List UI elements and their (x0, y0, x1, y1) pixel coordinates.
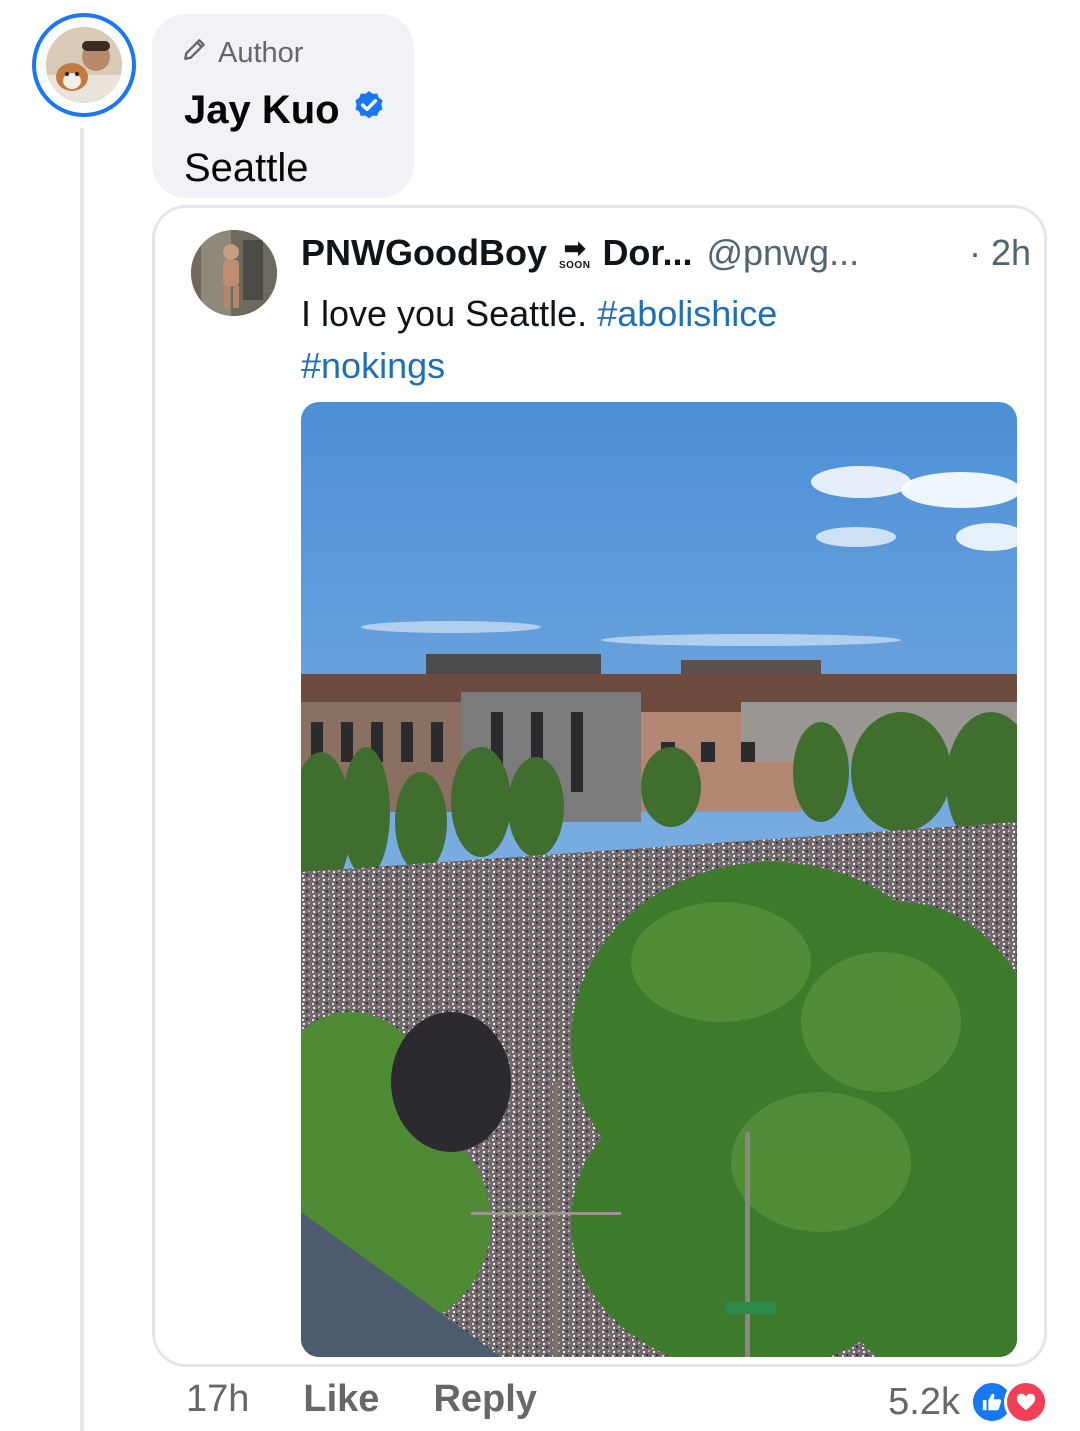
post-photo[interactable] (301, 402, 1017, 1357)
like-button[interactable]: Like (303, 1378, 379, 1421)
post-handle[interactable]: @pnwg... (706, 232, 859, 274)
comment-footer: 17h Like Reply (186, 1378, 591, 1421)
post-display-name[interactable]: PNWGoodBoy (301, 232, 547, 274)
post-author-avatar[interactable] (191, 230, 277, 316)
post-header: PNWGoodBoy ➡ SOON Dor... @pnwg... · 2h (301, 232, 1031, 274)
post-name-suffix[interactable]: Dor... (602, 232, 692, 274)
shared-post-card[interactable]: PNWGoodBoy ➡ SOON Dor... @pnwg... · 2h I… (152, 205, 1047, 1367)
post-text: I love you Seattle. #abolishice #nokings (301, 288, 901, 392)
verified-icon (352, 88, 386, 133)
hashtag-abolishice[interactable]: #abolishice (597, 293, 777, 334)
post-text-body: I love you Seattle. (301, 293, 588, 334)
soon-label: SOON (558, 260, 591, 271)
author-avatar[interactable] (46, 27, 122, 103)
comment-time[interactable]: 17h (186, 1378, 249, 1421)
reaction-summary[interactable]: 5.2k (888, 1380, 1048, 1424)
author-name[interactable]: Jay Kuo (184, 88, 340, 133)
reply-button[interactable]: Reply (433, 1378, 536, 1421)
comment-thread: Author Jay Kuo Seattle PNWGoodBoy ➡ SOON… (0, 0, 1080, 1431)
author-name-row: Jay Kuo (184, 88, 386, 133)
comment-text: Seattle (184, 146, 309, 190)
pencil-icon (182, 36, 208, 70)
author-avatar-ring[interactable] (32, 13, 136, 117)
love-reaction-icon (1004, 1380, 1048, 1424)
soon-arrow-icon: ➡ SOON (558, 233, 591, 271)
post-time: · 2h (968, 232, 1031, 273)
comment-bubble[interactable]: Author Jay Kuo Seattle (152, 14, 414, 198)
reaction-count: 5.2k (888, 1380, 960, 1423)
thread-line (80, 128, 84, 1431)
hashtag-nokings[interactable]: #nokings (301, 345, 445, 386)
author-badge-label: Author (218, 36, 304, 69)
reaction-icons (970, 1380, 1048, 1424)
author-badge: Author (182, 36, 303, 70)
